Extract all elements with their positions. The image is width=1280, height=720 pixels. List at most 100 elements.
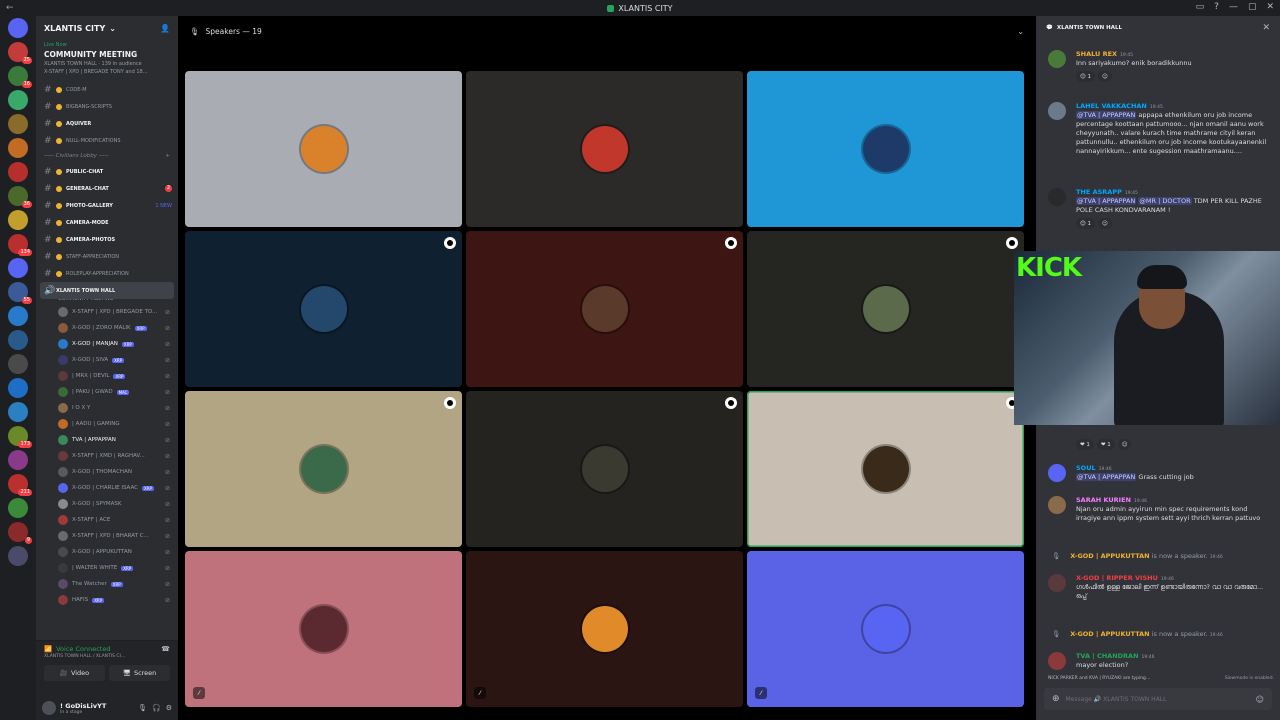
user-mention[interactable]: @TVA | APPAPPAN xyxy=(1076,473,1137,481)
avatar[interactable] xyxy=(1048,50,1066,68)
server-icon[interactable] xyxy=(8,306,28,326)
channel-roleplay-appreciation[interactable]: # ROLEPLAY-APPRECIATION xyxy=(36,265,178,282)
message-author[interactable]: SARAH KURIEN 19:46 xyxy=(1076,496,1274,504)
channel-code-m[interactable]: # CODE-M xyxy=(36,81,178,98)
system-user[interactable]: X-GOD | APPUKUTTAN xyxy=(1070,552,1149,560)
reaction[interactable]: ☺ xyxy=(1117,439,1132,450)
voice-member[interactable]: I O X Y ⊘ xyxy=(36,400,178,416)
channel-bigbang-scripts[interactable]: # BIGBANG-SCRIPTS xyxy=(36,98,178,115)
speaker-tile[interactable] xyxy=(747,231,1024,387)
speaker-tile[interactable] xyxy=(466,391,743,547)
channel-aquiver[interactable]: # AQUIVER xyxy=(36,115,178,132)
server-icon[interactable] xyxy=(8,258,28,278)
voice-member[interactable]: | AADU | GAMING ⊘ xyxy=(36,416,178,432)
reaction[interactable]: 😊 1 xyxy=(1076,218,1095,229)
speaker-tile[interactable] xyxy=(747,71,1024,227)
reaction[interactable]: ☺ xyxy=(1097,218,1112,229)
video-button[interactable]: 🎥 Video xyxy=(44,665,105,681)
voice-member[interactable]: The Watcher XRP ⊘ xyxy=(36,576,178,592)
voice-member[interactable]: X-GOD | THOMACHAN ⊘ xyxy=(36,464,178,480)
user-mention[interactable]: @TVA | APPAPPAN xyxy=(1076,111,1137,119)
message-author[interactable]: LAHEL VAKKACHAN 19:45 xyxy=(1076,102,1274,110)
add-member-icon[interactable]: 👤 xyxy=(160,24,170,33)
server-icon[interactable]: 36 xyxy=(8,186,32,208)
speaker-tile[interactable] xyxy=(185,391,462,547)
channel-public-chat[interactable]: # PUBLIC-CHAT xyxy=(36,163,178,180)
voice-member[interactable]: X-STAFF | ACE ⊘ xyxy=(36,512,178,528)
server-icon[interactable] xyxy=(8,450,28,470)
message-author[interactable]: X-GOD | RIPPER VISHU 19:46 xyxy=(1076,574,1274,582)
user-mention[interactable]: @MR | DOCTOR xyxy=(1138,197,1192,205)
server-icon[interactable] xyxy=(8,402,28,422)
message-author[interactable]: SOUL 19:46 xyxy=(1076,464,1274,472)
server-icon[interactable]: 211 xyxy=(8,474,32,496)
live-stage-box[interactable]: Live Now COMMUNITY MEETING XLANTIS TOWN … xyxy=(36,40,178,77)
microphone-icon[interactable]: 🎙 xyxy=(138,704,147,712)
server-icon[interactable]: 55 xyxy=(8,282,32,304)
voice-member[interactable]: | MRX | DEVIL XRP ⊘ xyxy=(36,368,178,384)
fullscreen-icon[interactable] xyxy=(444,237,456,249)
server-icon[interactable] xyxy=(8,354,28,374)
avatar[interactable] xyxy=(1048,464,1066,482)
server-icon[interactable]: 16 xyxy=(8,66,32,88)
system-user[interactable]: X-GOD | APPUKUTTAN xyxy=(1070,630,1149,638)
voice-member[interactable]: X-GOD | SPYMASK ⊘ xyxy=(36,496,178,512)
reaction[interactable]: ☺ xyxy=(1097,71,1112,82)
voice-member[interactable]: X-GOD | APPUKUTTAN ⊘ xyxy=(36,544,178,560)
speaker-tile[interactable] xyxy=(466,231,743,387)
channel-photo-gallery[interactable]: # PHOTO-GALLERY 1 New xyxy=(36,197,178,214)
avatar[interactable] xyxy=(1048,188,1066,206)
avatar[interactable] xyxy=(1048,496,1066,514)
window-control-0[interactable]: ▭ xyxy=(1196,2,1205,12)
voice-member[interactable]: X-STAFF | XPD | BHARAT C... ⊘ xyxy=(36,528,178,544)
server-icon[interactable] xyxy=(8,90,28,110)
server-icon[interactable] xyxy=(8,114,28,134)
voice-member[interactable]: X-GOD | SIVA XRP ⊘ xyxy=(36,352,178,368)
reaction[interactable]: 😊 1 xyxy=(1076,71,1095,82)
fullscreen-icon[interactable] xyxy=(444,397,456,409)
channel-general-chat[interactable]: # GENERAL-CHAT 2 xyxy=(36,180,178,197)
screen-button[interactable]: 🖥 Screen xyxy=(109,665,170,681)
reaction[interactable]: ❤ 1 xyxy=(1096,439,1115,450)
server-icon[interactable] xyxy=(8,18,28,38)
window-control-1[interactable]: ? xyxy=(1214,2,1219,12)
disconnect-icon[interactable]: ☎ xyxy=(161,645,170,653)
emoji-icon[interactable]: ☺ xyxy=(1256,695,1264,704)
user-mention[interactable]: @TVA | APPAPPAN xyxy=(1076,197,1137,205)
add-attachment-icon[interactable]: ⊕ xyxy=(1052,694,1060,704)
avatar[interactable] xyxy=(42,701,56,715)
channel-staff-appreciation[interactable]: # STAFF-APPRECIATION xyxy=(36,248,178,265)
server-icon[interactable]: 25 xyxy=(8,42,32,64)
server-icon[interactable] xyxy=(8,162,28,182)
server-icon[interactable] xyxy=(8,498,28,518)
guild-header[interactable]: XLANTIS CITY ⌄ 👤 xyxy=(36,16,178,40)
avatar[interactable] xyxy=(1048,574,1066,592)
close-icon[interactable]: ✕ xyxy=(1262,23,1270,33)
server-icon[interactable] xyxy=(8,138,28,158)
voice-location[interactable]: XLANTIS TOWN HALL / XLANTIS CI... xyxy=(44,654,170,659)
category-civilians-lobby[interactable]: ----- Civilians Lobby ----- + xyxy=(36,149,178,163)
add-channel-icon[interactable]: + xyxy=(165,153,170,159)
speaker-tile[interactable]: ⁄ xyxy=(466,551,743,707)
chevron-down-icon[interactable]: ⌄ xyxy=(1017,27,1024,36)
headphones-icon[interactable]: 🎧 xyxy=(152,704,161,712)
message-input[interactable]: ⊕ Message 🔊 XLANTIS TOWN HALL ☺ xyxy=(1044,688,1272,710)
server-icon[interactable] xyxy=(8,546,28,566)
channel-camera-photos[interactable]: # CAMERA-PHOTOS xyxy=(36,231,178,248)
server-icon[interactable]: 9 xyxy=(8,522,32,544)
window-control-4[interactable]: ✕ xyxy=(1266,2,1274,12)
fullscreen-icon[interactable] xyxy=(1006,237,1018,249)
speaker-tile[interactable]: ⁄ xyxy=(185,551,462,707)
server-icon[interactable]: 134 xyxy=(8,234,32,256)
gear-icon[interactable]: ⚙ xyxy=(166,704,172,712)
message-author[interactable]: THE ASRAPP 19:45 xyxy=(1076,188,1274,196)
voice-member[interactable]: | PAKU | GWAD MAC ⊘ xyxy=(36,384,178,400)
speaker-tile[interactable] xyxy=(466,71,743,227)
server-icon[interactable] xyxy=(8,330,28,350)
channel-null-modifications[interactable]: # NULL-MODIFICATIONS xyxy=(36,132,178,149)
server-icon[interactable] xyxy=(8,210,28,230)
avatar[interactable] xyxy=(1048,102,1066,120)
window-control-2[interactable]: — xyxy=(1229,2,1238,12)
speaker-tile[interactable] xyxy=(747,391,1024,547)
voice-member[interactable]: TVA | APPAPPAN ⊘ xyxy=(36,432,178,448)
